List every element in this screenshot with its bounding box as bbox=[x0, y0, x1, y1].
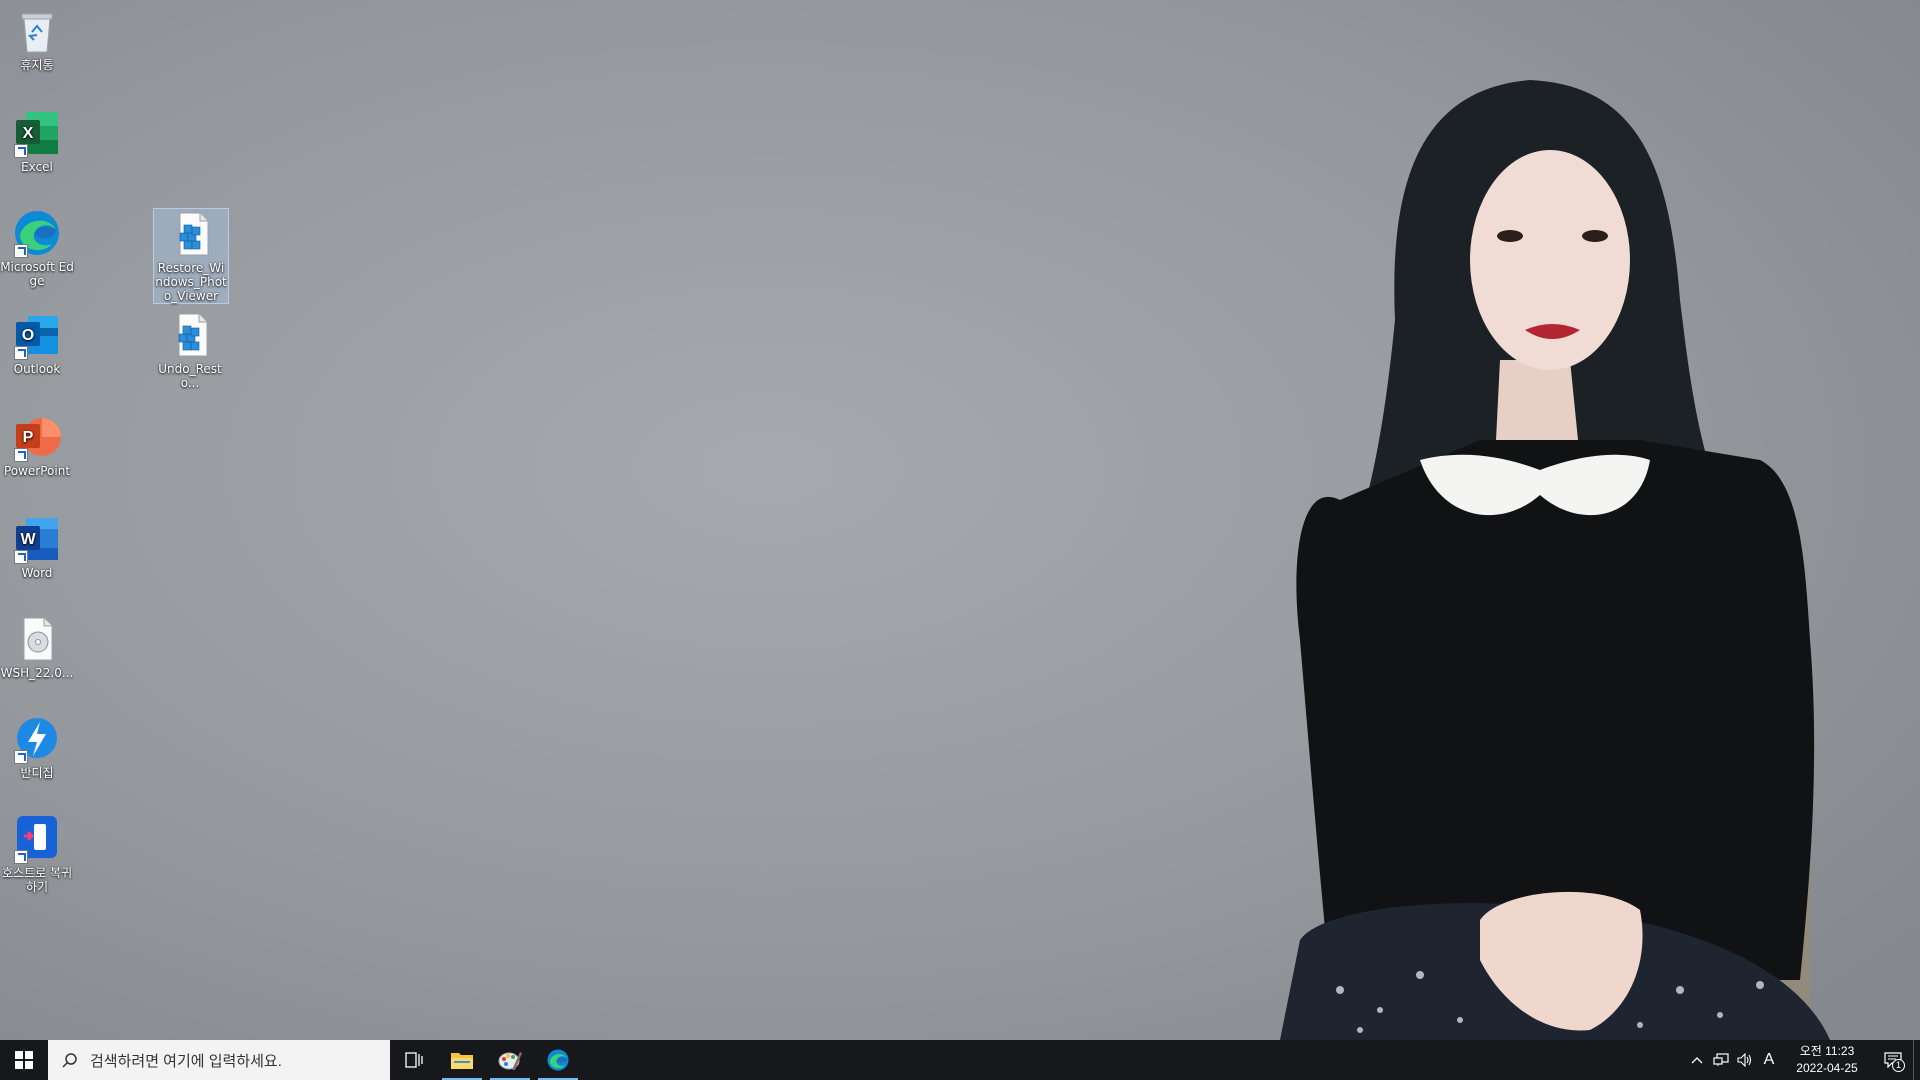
excel-icon: X bbox=[12, 108, 62, 158]
edge-icon bbox=[547, 1049, 569, 1071]
svg-text:O: O bbox=[22, 327, 34, 344]
powerpoint-icon: P bbox=[12, 412, 62, 462]
taskbar-paint[interactable] bbox=[486, 1040, 534, 1080]
desktop-icon-word[interactable]: W Word bbox=[0, 514, 74, 580]
desktop-icon-excel[interactable]: X Excel bbox=[0, 108, 74, 174]
desktop-icon-edge[interactable]: Microsoft Edge bbox=[0, 208, 74, 288]
desktop-icon-label: Outlook bbox=[13, 362, 61, 376]
folder-icon bbox=[451, 1053, 473, 1069]
task-view-icon bbox=[405, 1052, 423, 1068]
desktop-icon-outlook[interactable]: O Outlook bbox=[0, 310, 74, 376]
desktop-icon-label: PowerPoint bbox=[3, 464, 71, 478]
action-center-button[interactable]: 1 bbox=[1873, 1040, 1913, 1080]
start-button[interactable] bbox=[0, 1040, 48, 1080]
word-icon: W bbox=[12, 514, 62, 564]
desktop-icon-powerpoint[interactable]: P PowerPoint bbox=[0, 412, 74, 478]
desktop-icon-restore-photo-viewer[interactable]: Restore_Windows_Photo_Viewer bbox=[153, 208, 229, 304]
volume-button[interactable] bbox=[1733, 1040, 1757, 1080]
desktop-icon-return-to-host[interactable]: 호스트로 복귀하기 bbox=[0, 814, 74, 894]
registry-file-icon bbox=[166, 209, 216, 259]
taskbar-edge[interactable] bbox=[534, 1040, 582, 1080]
return-to-host-icon bbox=[12, 814, 62, 864]
task-view-button[interactable] bbox=[390, 1040, 438, 1080]
svg-text:W: W bbox=[20, 531, 36, 548]
registry-file-icon bbox=[165, 310, 215, 360]
desktop-icon-label: Undo_Resto... bbox=[158, 362, 222, 390]
desktop-icon-label: Excel bbox=[21, 160, 53, 174]
desktop-icon-label: Word bbox=[21, 566, 53, 580]
desktop-icon-recycle-bin[interactable]: 휴지통 bbox=[0, 6, 74, 72]
disc-image-file-icon bbox=[12, 614, 62, 664]
clock-time: 오전 11:23 bbox=[1799, 1044, 1855, 1058]
network-status-button[interactable] bbox=[1709, 1040, 1733, 1080]
svg-text:X: X bbox=[23, 125, 34, 142]
desktop-icon-label: 휴지통 bbox=[20, 58, 54, 72]
desktop-icon-undo-restore[interactable]: Undo_Resto... bbox=[153, 310, 227, 390]
desktop-icon-label: Restore_Windows_Photo_Viewer bbox=[155, 261, 227, 303]
paint-icon bbox=[498, 1052, 522, 1070]
wallpaper-portrait bbox=[0, 0, 1920, 1040]
taskbar-file-explorer[interactable] bbox=[438, 1040, 486, 1080]
desktop-icon-label: 반디집 bbox=[20, 766, 54, 780]
search-placeholder: 검색하려면 여기에 입력하세요. bbox=[90, 1052, 282, 1070]
search-icon bbox=[62, 1053, 77, 1068]
show-desktop-button[interactable] bbox=[1913, 1040, 1920, 1080]
clock[interactable]: 오전 11:23 2022-04-25 bbox=[1787, 1043, 1867, 1077]
bandizip-icon bbox=[12, 714, 62, 764]
desktop-icon-wsh-image[interactable]: WSH_22.0... bbox=[0, 614, 74, 680]
desktop-icon-label: 호스트로 복귀하기 bbox=[1, 866, 73, 894]
desktop-icon-label: WSH_22.0... bbox=[0, 666, 74, 680]
input-indicator[interactable]: A bbox=[1757, 1040, 1781, 1080]
svg-text:P: P bbox=[23, 429, 34, 446]
taskbar: 검색하려면 여기에 입력하세요. A 오전 11:23 2022-04-25 1 bbox=[0, 1040, 1920, 1080]
desktop-icon-label: Microsoft Edge bbox=[0, 260, 74, 288]
speaker-icon bbox=[1737, 1053, 1752, 1067]
desktop-icon-bandizip[interactable]: 반디집 bbox=[0, 714, 74, 780]
notification-count: 1 bbox=[1892, 1059, 1905, 1072]
system-tray: A 오전 11:23 2022-04-25 1 bbox=[1685, 1040, 1920, 1080]
chevron-up-icon bbox=[1691, 1057, 1703, 1064]
clock-date: 2022-04-25 bbox=[1796, 1061, 1858, 1075]
recycle-bin-icon bbox=[12, 6, 62, 56]
taskbar-search-box[interactable]: 검색하려면 여기에 입력하세요. bbox=[48, 1040, 390, 1080]
show-hidden-icons-button[interactable] bbox=[1685, 1040, 1709, 1080]
edge-icon bbox=[12, 208, 62, 258]
outlook-icon: O bbox=[12, 310, 62, 360]
network-icon bbox=[1713, 1053, 1729, 1066]
windows-logo-icon bbox=[15, 1051, 33, 1069]
